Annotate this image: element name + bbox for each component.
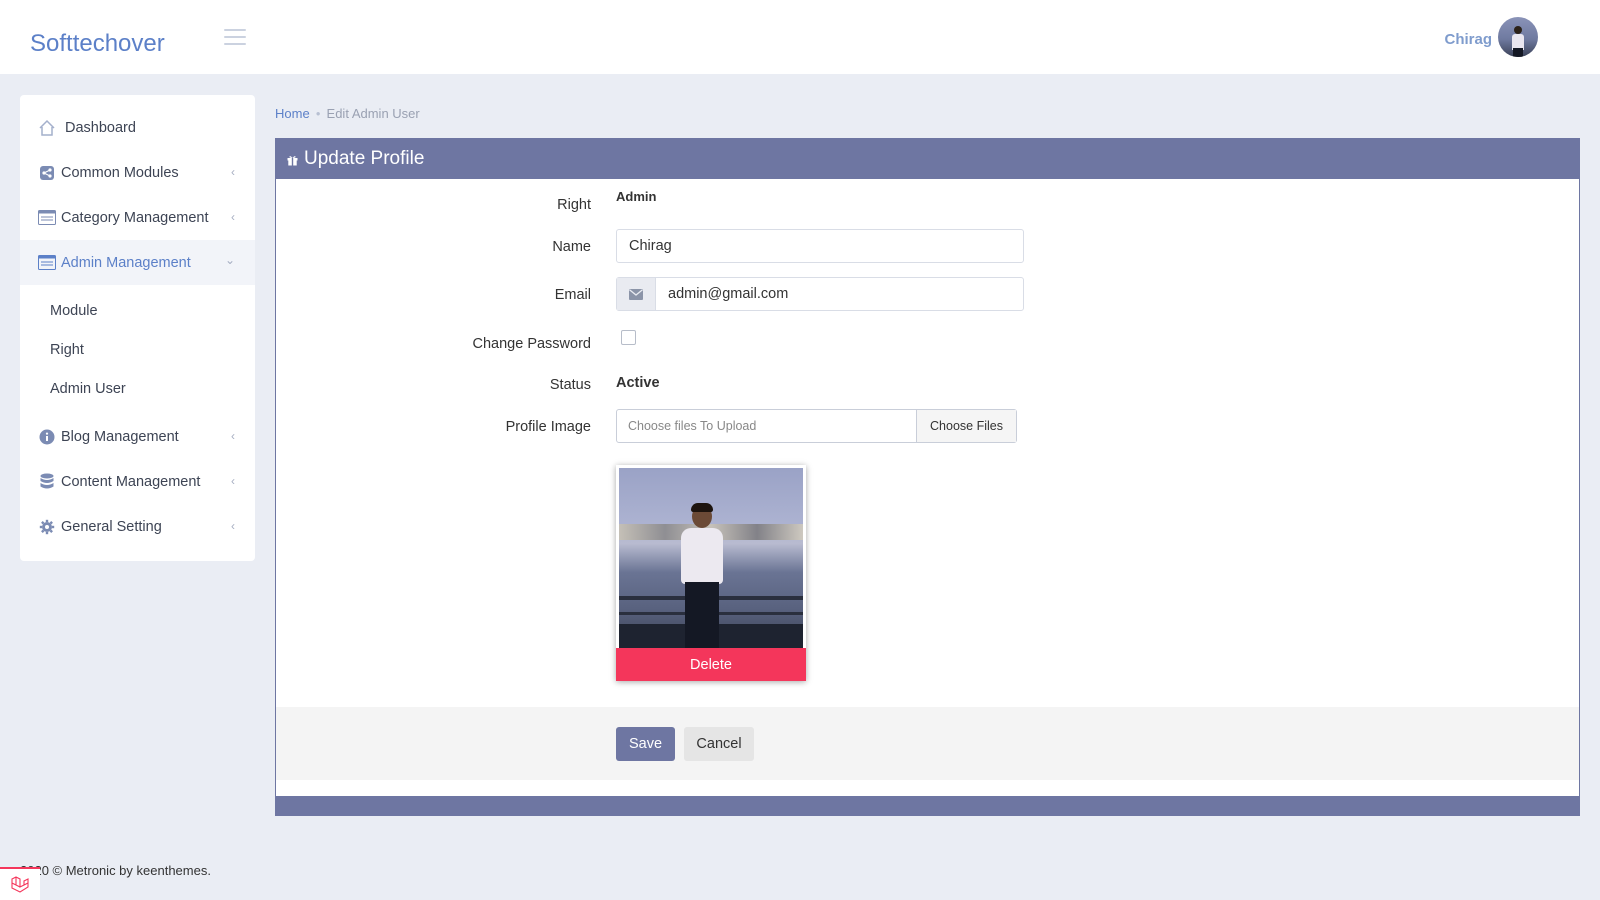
list-icon <box>37 209 57 227</box>
breadcrumb-separator-icon: ● <box>315 109 321 118</box>
chevron-down-icon: ⌄ <box>224 253 235 267</box>
menu-toggle-icon[interactable] <box>224 29 246 45</box>
footer-copyright: 2020 © Metronic by keenthemes. <box>20 863 211 878</box>
sidebar-item-admin-management[interactable]: Admin Management ⌄ <box>20 240 255 285</box>
avatar[interactable] <box>1498 17 1538 57</box>
sidebar-item-blog-management[interactable]: Blog Management ‹ <box>20 414 255 459</box>
right-label: Right <box>557 197 591 213</box>
sidebar-item-category-management[interactable]: Category Management ‹ <box>20 195 255 240</box>
sidebar-item-label: Dashboard <box>65 119 136 136</box>
change-password-checkbox[interactable] <box>621 330 636 345</box>
laravel-icon[interactable] <box>0 867 40 900</box>
profile-photo <box>619 468 803 648</box>
sidebar-item-label: General Setting <box>61 518 162 535</box>
sidebar-item-label: Content Management <box>61 473 201 490</box>
delete-image-button[interactable]: Delete <box>616 648 806 681</box>
profile-image-label: Profile Image <box>505 419 591 435</box>
sidebar-subitem-admin-user[interactable]: Admin User <box>20 369 255 408</box>
sidebar-item-content-management[interactable]: Content Management ‹ <box>20 459 255 504</box>
panel-header: Update Profile <box>276 139 1579 179</box>
email-input[interactable]: admin@gmail.com <box>656 278 1023 310</box>
sidebar-item-label: Blog Management <box>61 428 179 445</box>
choose-files-button[interactable]: Choose Files <box>916 410 1016 442</box>
update-profile-panel: Update Profile Right Admin Name Chirag E… <box>275 138 1580 816</box>
share-icon <box>37 164 57 182</box>
file-upload-field[interactable]: Choose files To Upload Choose Files <box>616 409 1017 443</box>
breadcrumb-home[interactable]: Home <box>275 106 310 121</box>
change-password-label: Change Password <box>472 336 592 352</box>
email-field[interactable]: admin@gmail.com <box>616 277 1024 311</box>
email-label: Email <box>554 287 591 303</box>
chevron-left-icon: ‹ <box>231 474 235 488</box>
sidebar-subitem-module[interactable]: Module <box>20 291 255 330</box>
user-name[interactable]: Chirag <box>1444 31 1492 48</box>
breadcrumb-current: Edit Admin User <box>326 106 420 121</box>
file-upload-placeholder[interactable]: Choose files To Upload <box>617 410 916 442</box>
envelope-icon <box>617 278 656 310</box>
sidebar-item-label: Common Modules <box>61 164 179 181</box>
database-icon <box>37 473 57 491</box>
sidebar: Dashboard Common Modules ‹ Category Mana… <box>20 95 255 561</box>
profile-image-preview: Delete <box>616 465 806 681</box>
chevron-left-icon: ‹ <box>231 165 235 179</box>
info-icon <box>37 428 57 446</box>
list-icon <box>37 254 57 272</box>
right-value: Admin <box>616 189 657 204</box>
name-input[interactable]: Chirag <box>616 229 1024 263</box>
brand-logo[interactable]: Softtechover <box>30 30 165 58</box>
status-label: Status <box>549 377 591 393</box>
sidebar-item-label: Category Management <box>61 209 209 226</box>
sidebar-item-dashboard[interactable]: Dashboard <box>20 105 255 150</box>
breadcrumb: Home ● Edit Admin User <box>275 106 420 121</box>
top-header: Softtechover Chirag <box>0 0 1600 74</box>
form-actions: Save Cancel <box>276 707 1579 780</box>
cancel-button[interactable]: Cancel <box>684 727 754 761</box>
name-label: Name <box>552 239 591 255</box>
sidebar-subitem-right[interactable]: Right <box>20 330 255 369</box>
chevron-left-icon: ‹ <box>231 519 235 533</box>
gear-icon <box>37 518 57 536</box>
save-button[interactable]: Save <box>616 727 675 761</box>
panel-title: Update Profile <box>304 148 425 169</box>
home-icon <box>37 119 57 137</box>
status-value: Active <box>616 375 660 391</box>
sidebar-item-general-setting[interactable]: General Setting ‹ <box>20 504 255 549</box>
gift-icon <box>287 155 298 165</box>
chevron-left-icon: ‹ <box>231 429 235 443</box>
chevron-left-icon: ‹ <box>231 210 235 224</box>
panel-footer-bar <box>275 796 1580 816</box>
sidebar-item-common-modules[interactable]: Common Modules ‹ <box>20 150 255 195</box>
admin-submenu: Module Right Admin User <box>20 285 255 414</box>
